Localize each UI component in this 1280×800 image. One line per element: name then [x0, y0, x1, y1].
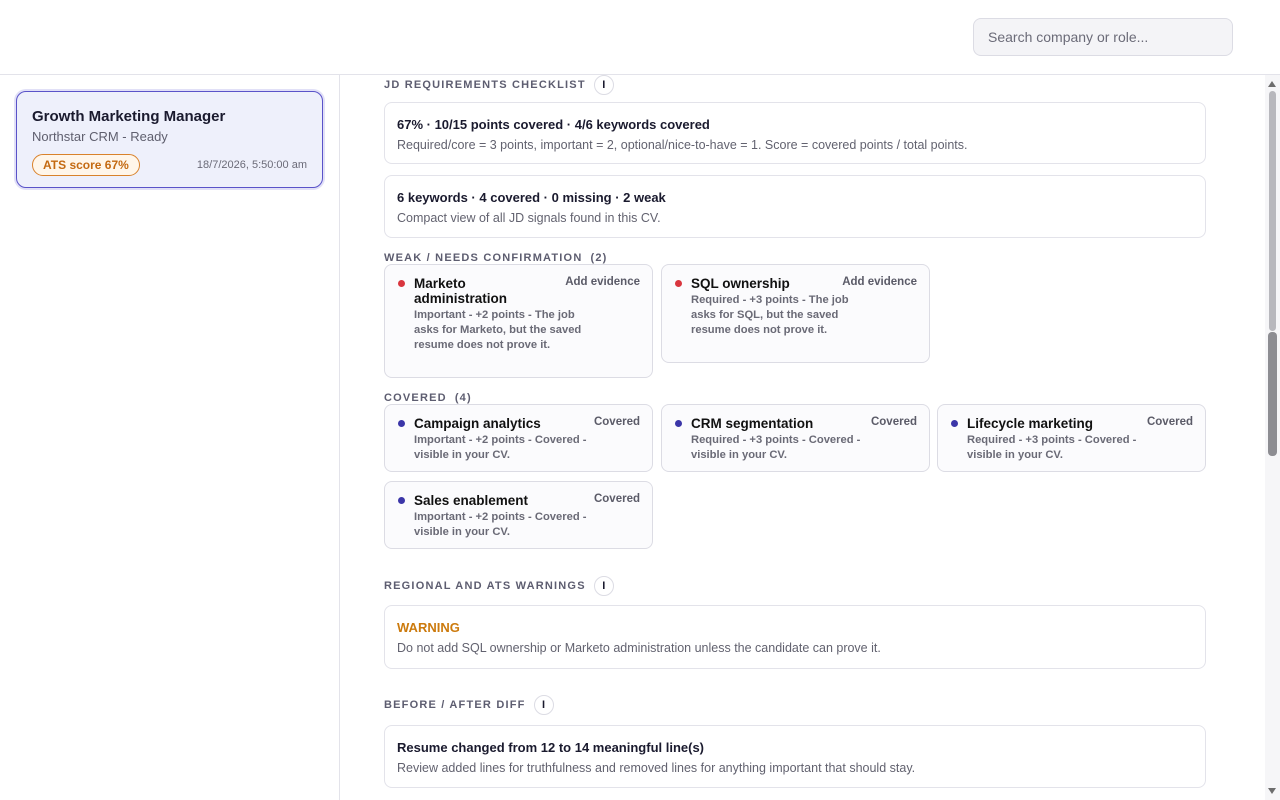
keyword-card-lifecycle-marketing: Lifecycle marketing Covered Required - +… [937, 404, 1206, 472]
keyword-card-crm-segmentation: CRM segmentation Covered Required - +3 p… [661, 404, 930, 472]
weak-section-title: WEAK / NEEDS CONFIRMATION (2) [384, 252, 608, 264]
keyword-desc: Required - +3 points - Covered - visible… [691, 434, 861, 461]
keyword-card-campaign-analytics: Campaign analytics Covered Important - +… [384, 404, 653, 472]
checklist-section-title: JD REQUIREMENTS CHECKLIST i [384, 75, 614, 95]
diff-title: BEFORE / AFTER DIFF [384, 699, 526, 711]
covered-status-label: Covered [1146, 416, 1193, 428]
diff-section-title: BEFORE / AFTER DIFF i [384, 695, 554, 715]
warnings-section-title: REGIONAL AND ATS WARNINGS i [384, 576, 614, 596]
top-bar [0, 0, 1280, 75]
weak-count: (2) [590, 252, 608, 264]
covered-status-label: Covered [593, 416, 640, 428]
covered-status-dot [951, 420, 958, 427]
job-card-growth-marketing-manager[interactable]: Growth Marketing Manager Northstar CRM -… [16, 91, 323, 188]
weak-status-dot [398, 280, 405, 287]
covered-status-label: Covered [593, 493, 640, 505]
keyword-name: SQL ownership [691, 276, 790, 291]
weak-status-dot [675, 280, 682, 287]
keyword-name: Marketo administration [414, 276, 508, 306]
keyword-name: Campaign analytics [414, 416, 541, 431]
keywords-summary-head: 6 keywords · 4 covered · 0 missing · 2 w… [397, 190, 666, 205]
keyword-card-sales-enablement: Sales enablement Covered Important - +2 … [384, 481, 653, 549]
sidebar: Growth Marketing Manager Northstar CRM -… [0, 75, 340, 800]
keywords-summary-panel: 6 keywords · 4 covered · 0 missing · 2 w… [384, 175, 1206, 238]
warning-panel: WARNING Do not add SQL ownership or Mark… [384, 605, 1206, 669]
warning-label: WARNING [397, 620, 460, 635]
covered-section-title: COVERED (4) [384, 392, 472, 404]
checklist-title: JD REQUIREMENTS CHECKLIST [384, 79, 586, 91]
keyword-name: Lifecycle marketing [967, 416, 1094, 431]
keyword-desc: Important - +2 points - The job asks for… [414, 309, 582, 351]
covered-count: (4) [454, 392, 472, 404]
info-icon[interactable]: i [593, 75, 614, 95]
info-icon[interactable]: i [593, 576, 614, 596]
checklist-summary-desc: Required/core = 3 points, important = 2,… [397, 138, 968, 152]
weak-title: WEAK / NEEDS CONFIRMATION [384, 252, 583, 264]
covered-status-dot [398, 497, 405, 504]
keyword-card-sql-ownership: SQL ownership Add evidence Required - +3… [661, 264, 930, 363]
diff-panel: Resume changed from 12 to 14 meaningful … [384, 725, 1206, 788]
job-title: Growth Marketing Manager [32, 108, 226, 125]
job-date: 18/7/2026, 5:50:00 am [196, 159, 307, 171]
diff-desc: Review added lines for truthfulness and … [397, 761, 916, 775]
scroll-up-arrow-icon[interactable] [1268, 81, 1276, 87]
covered-status-dot [675, 420, 682, 427]
warnings-title: REGIONAL AND ATS WARNINGS [384, 580, 586, 592]
keyword-desc: Important - +2 points - Covered - visibl… [414, 434, 587, 461]
add-evidence-button[interactable]: Add evidence [565, 276, 640, 288]
warning-text: Do not add SQL ownership or Marketo admi… [397, 641, 881, 655]
main-content: JD REQUIREMENTS CHECKLIST i 67% · 10/15 … [341, 75, 1265, 800]
keyword-name: Sales enablement [414, 493, 529, 508]
diff-head: Resume changed from 12 to 14 meaningful … [397, 740, 705, 755]
info-icon[interactable]: i [533, 695, 554, 715]
covered-title: COVERED [384, 392, 447, 404]
keyword-card-marketo-administration: Marketo administration Add evidence Impo… [384, 264, 653, 378]
checklist-summary-head: 67% · 10/15 points covered · 4/6 keyword… [397, 117, 710, 132]
keywords-summary-desc: Compact view of all JD signals found in … [397, 211, 661, 225]
scroll-track [1269, 91, 1276, 331]
search-input[interactable] [973, 18, 1233, 56]
job-subtitle: Northstar CRM - Ready [32, 129, 168, 144]
scroll-down-arrow-icon[interactable] [1268, 788, 1276, 794]
covered-status-label: Covered [870, 416, 917, 428]
add-evidence-button[interactable]: Add evidence [842, 276, 917, 288]
scroll-thumb[interactable] [1268, 332, 1277, 456]
covered-status-dot [398, 420, 405, 427]
keyword-desc: Important - +2 points - Covered - visibl… [414, 511, 587, 538]
vertical-scrollbar[interactable] [1265, 75, 1280, 800]
keyword-desc: Required - +3 points - Covered - visible… [967, 434, 1137, 461]
keyword-desc: Required - +3 points - The job asks for … [691, 294, 849, 336]
keyword-name: CRM segmentation [691, 416, 814, 431]
ats-score-badge: ATS score 67% [32, 154, 140, 176]
checklist-summary-panel: 67% · 10/15 points covered · 4/6 keyword… [384, 102, 1206, 164]
